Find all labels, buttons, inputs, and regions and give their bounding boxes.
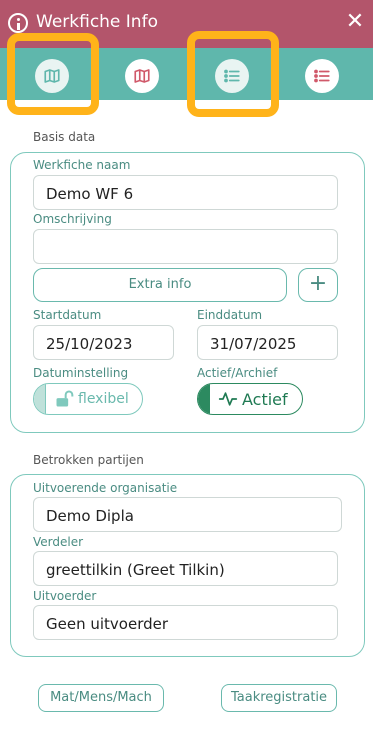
einddatum-input[interactable]: 31/07/2025 [197,325,338,360]
add-button[interactable]: + [298,268,338,302]
werkfiche-naam-input[interactable]: Demo WF 6 [33,175,338,210]
map-icon [134,69,150,83]
organisatie-input[interactable]: Demo Dipla [33,497,342,532]
tab-map-active[interactable] [35,59,69,93]
extra-info-button[interactable]: Extra info [33,268,287,302]
section-title-partijen: Betrokken partijen [33,453,144,467]
tab-map[interactable] [125,59,159,93]
list-icon [314,69,330,83]
actief-toggle[interactable]: Actief [197,383,303,415]
actief-archief-label: Actief/Archief [197,366,278,380]
uitvoerder-label: Uitvoerder [33,589,97,603]
activity-icon [218,392,238,406]
organisatie-label: Uitvoerende organisatie [33,481,178,495]
werkfiche-naam-label: Werkfiche naam [33,158,131,172]
startdatum-label: Startdatum [33,308,102,322]
mat-mens-mach-button[interactable]: Mat/Mens/Mach [38,684,164,712]
actief-value: Actief [242,389,288,409]
datuminstelling-label: Datuminstelling [33,366,129,380]
map-icon [44,69,60,83]
close-button[interactable]: ✕ [343,10,367,34]
list-icon [224,69,240,83]
section-title-basis: Basis data [33,130,96,144]
omschrijving-label: Omschrijving [33,212,112,226]
verdeler-input[interactable]: greettilkin (Greet Tilkin) [33,551,338,586]
datuminstelling-value: flexibel [78,391,129,407]
header-bar: Werkfiche Info ✕ [0,0,373,48]
taakregistratie-button[interactable]: Taakregistratie [221,684,337,712]
uitvoerder-input[interactable]: Geen uitvoerder [33,605,338,640]
info-icon [8,13,28,33]
tab-list[interactable] [305,59,339,93]
startdatum-input[interactable]: 25/10/2023 [33,325,174,360]
verdeler-label: Verdeler [33,535,84,549]
datuminstelling-toggle[interactable]: flexibel [33,383,143,415]
page-title: Werkfiche Info [36,12,158,32]
einddatum-label: Einddatum [197,308,263,322]
tab-bar [0,48,373,100]
omschrijving-input[interactable] [33,229,338,264]
tab-list-active[interactable] [215,59,249,93]
unlock-icon [56,390,74,407]
